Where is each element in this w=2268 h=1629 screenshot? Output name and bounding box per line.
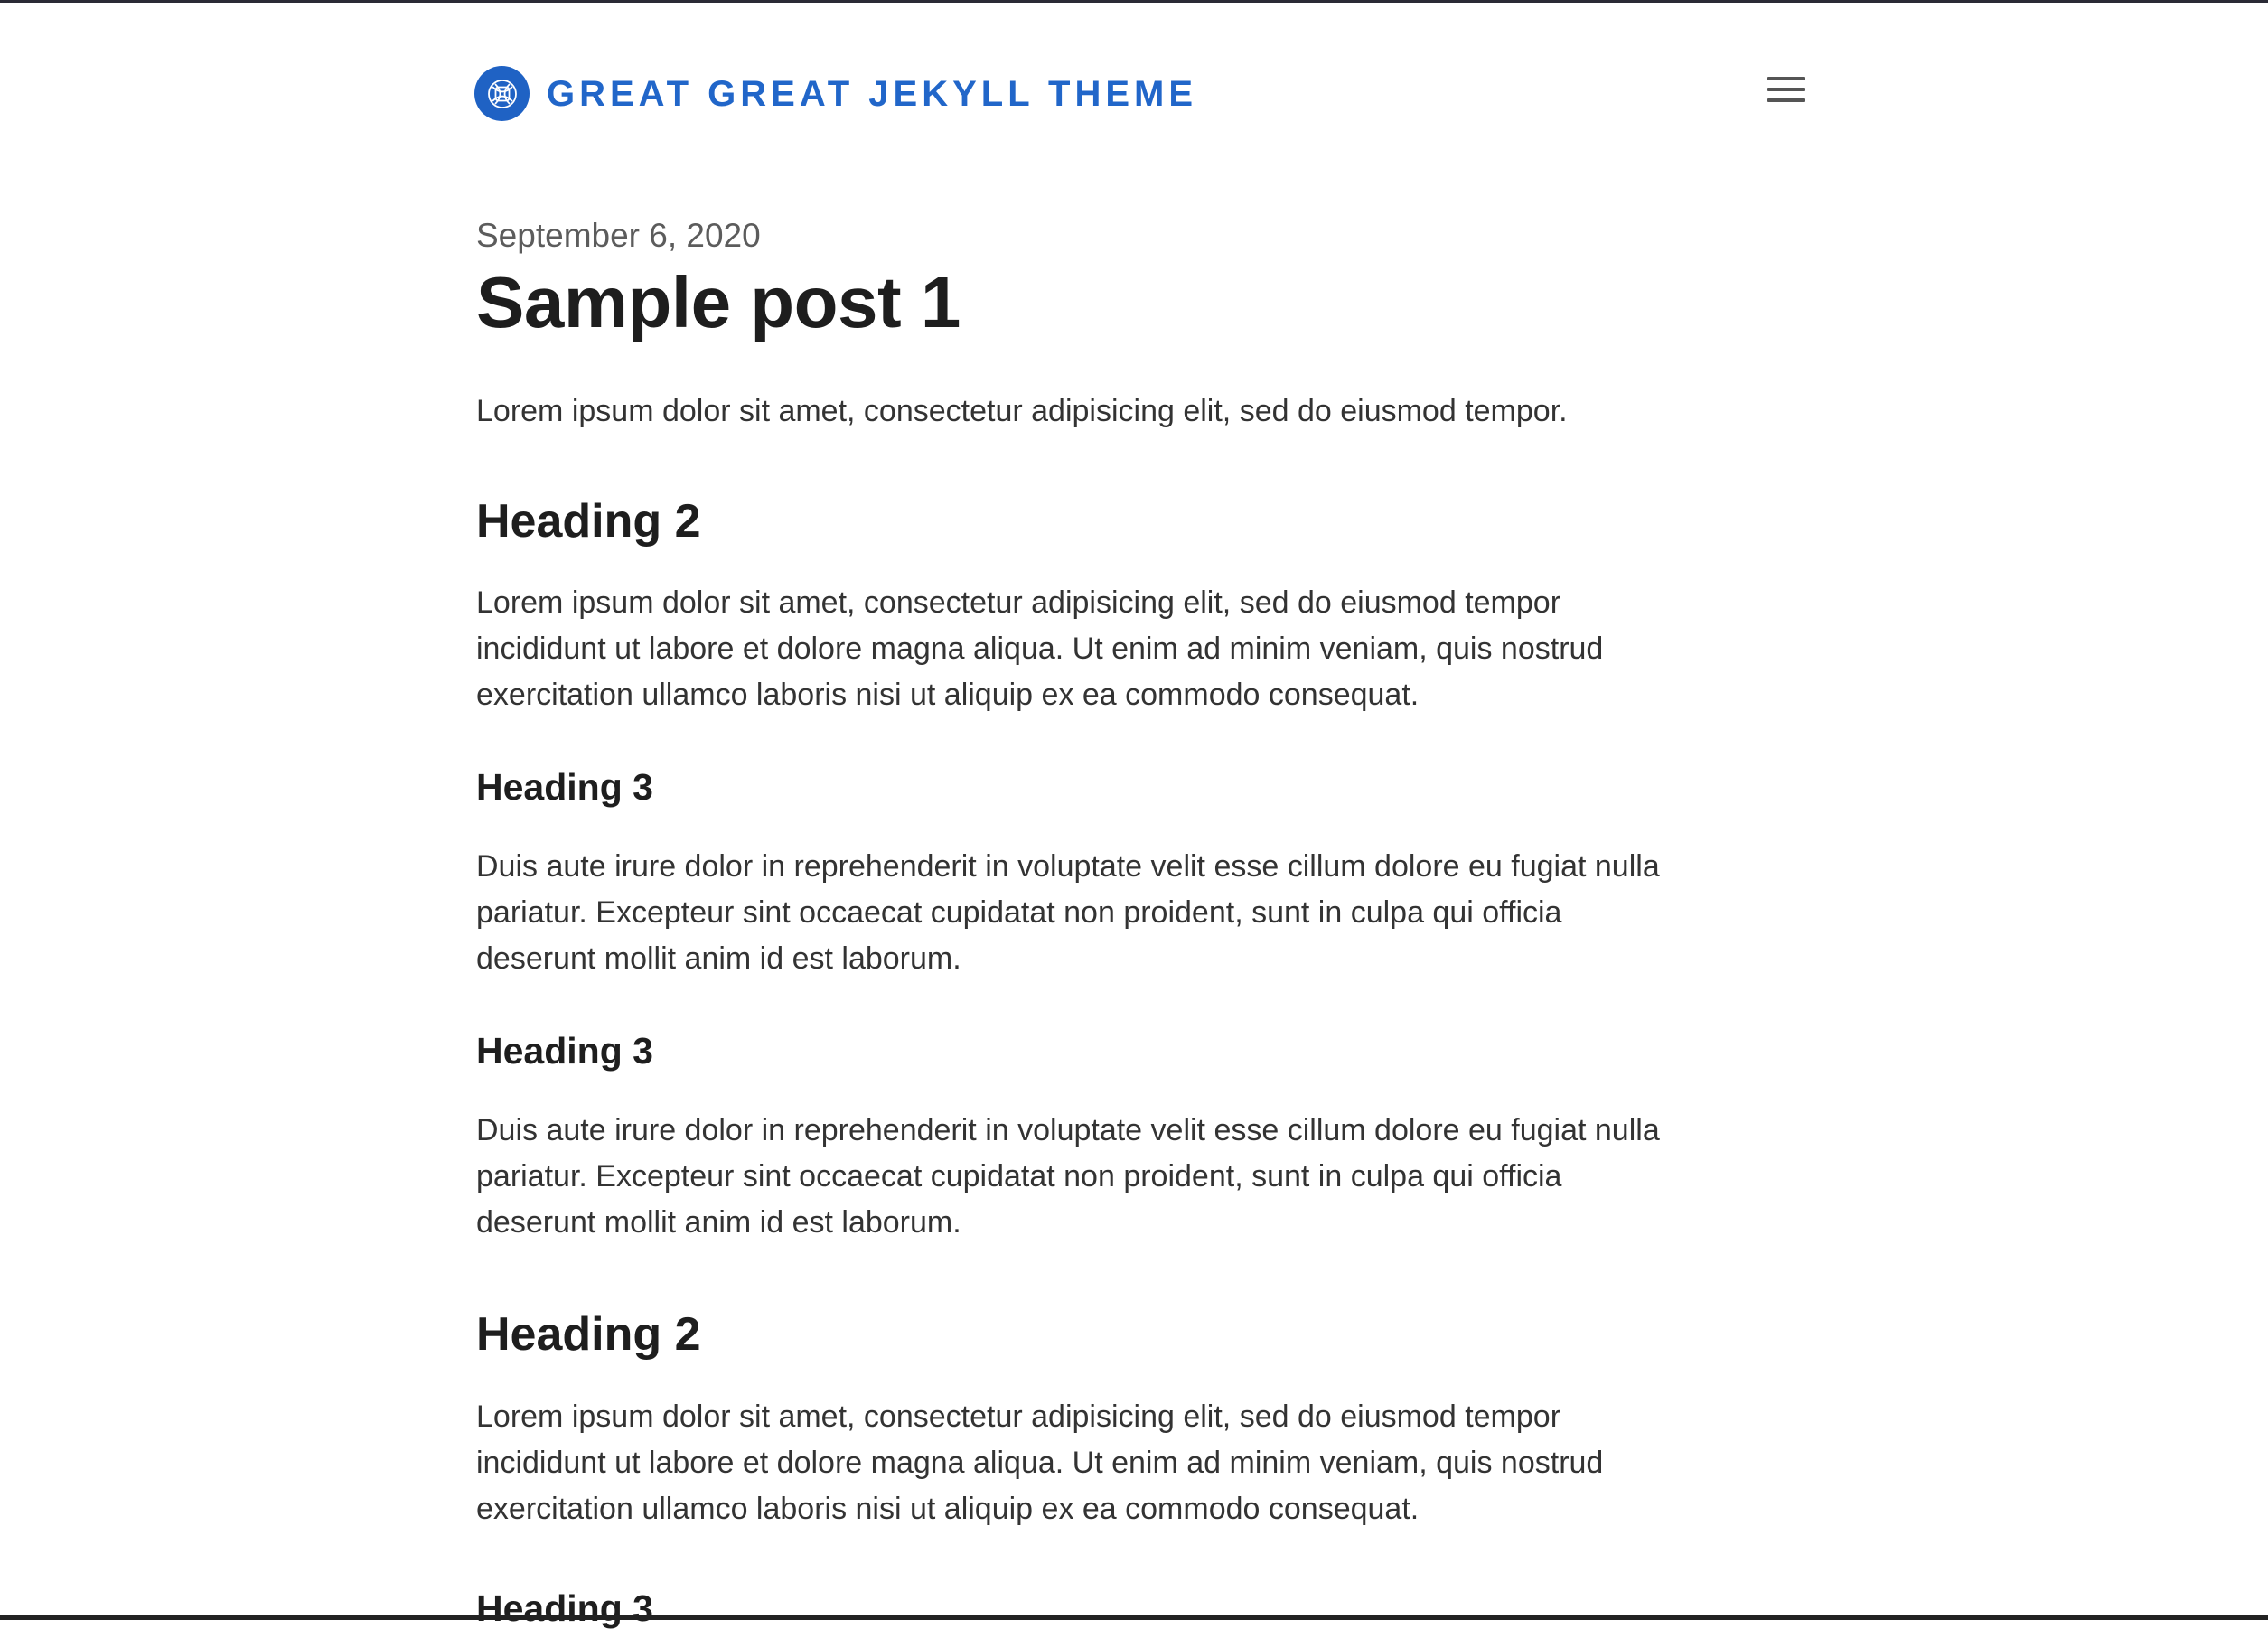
section-heading: Heading 2	[476, 495, 701, 548]
menu-bar	[1767, 98, 1805, 102]
site-brand-link[interactable]: GREAT GREAT JEKYLL THEME	[474, 66, 1197, 121]
post-content: Lorem ipsum dolor sit amet, consectetur …	[476, 389, 1687, 1627]
hamburger-menu-icon[interactable]	[1762, 70, 1811, 109]
post-article: September 6, 2020 Sample post 1 Lorem ip…	[476, 212, 1687, 1627]
post-intro: Lorem ipsum dolor sit amet, consectetur …	[476, 394, 1568, 428]
bottom-edge-bar	[0, 1615, 2268, 1620]
section-paragraph: Lorem ipsum dolor sit amet, consectetur …	[476, 585, 1604, 712]
section-paragraph: Duis aute irure dolor in reprehenderit i…	[476, 849, 1660, 976]
section-paragraph: Lorem ipsum dolor sit amet, consectetur …	[476, 1400, 1604, 1526]
section-heading: Heading 3	[476, 1587, 653, 1629]
site-title: GREAT GREAT JEKYLL THEME	[547, 73, 1198, 114]
section-heading: Heading 2	[476, 1308, 701, 1361]
menu-bar	[1767, 77, 1805, 80]
section-heading: Heading 3	[476, 766, 653, 808]
post-title: Sample post 1	[476, 262, 961, 342]
knot-icon	[474, 66, 530, 121]
menu-bar	[1767, 88, 1805, 91]
site-header: GREAT GREAT JEKYLL THEME	[0, 3, 2268, 174]
section-paragraph: Duis aute irure dolor in reprehenderit i…	[476, 1113, 1660, 1240]
post-date: September 6, 2020	[476, 217, 761, 254]
section-heading: Heading 3	[476, 1030, 653, 1072]
